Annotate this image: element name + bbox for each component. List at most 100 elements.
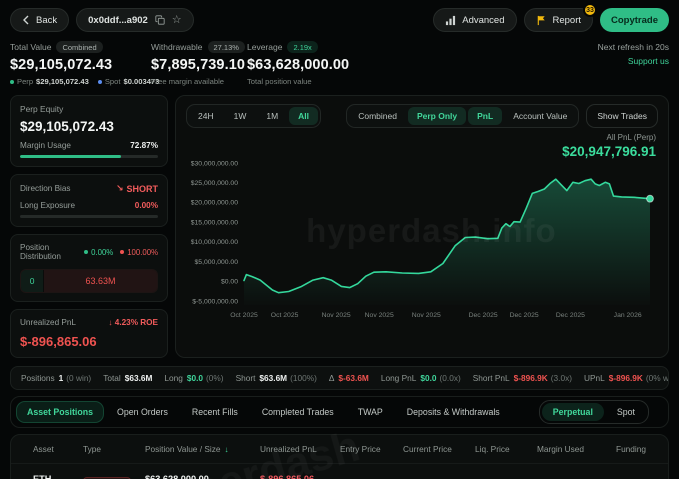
market-toggle-group: Perpetual Spot	[538, 400, 649, 424]
perp-equity-card: Perp Equity $29,105,072.43 Margin Usage …	[10, 95, 168, 167]
long-exposure-bar	[20, 215, 158, 218]
x-axis-tick: Nov 2025	[322, 312, 351, 319]
col-liq-price: Liq. Price	[475, 444, 510, 454]
long-exposure-value: 0.00%	[134, 201, 158, 210]
table-header-row: Asset Type Position Value / Size ↓ Unreal…	[11, 435, 668, 463]
range-1w-button[interactable]: 1W	[225, 107, 256, 125]
tab-asset-positions[interactable]: Asset Positions	[16, 401, 104, 423]
summary-total: Total $63.6M	[103, 373, 153, 383]
short-legend-dot-icon	[120, 250, 125, 254]
report-count-badge: 33	[583, 3, 598, 17]
col-funding: Funding	[616, 444, 646, 454]
pnl-chart[interactable]: $30,000,000.00 $25,000,000.00 $20,000,000.…	[186, 153, 658, 325]
trend-down-icon: ↘	[115, 183, 124, 193]
market-spot-button[interactable]: Spot	[606, 403, 646, 421]
y-axis-tick: $20,000,000.00	[191, 200, 238, 207]
long-pct: 0.00%	[91, 247, 114, 257]
unrealized-pnl-value: $-896,865.06	[20, 334, 97, 349]
bar-chart-icon	[446, 15, 456, 25]
range-all-button[interactable]: All	[289, 107, 319, 125]
tab-open-orders[interactable]: Open Orders	[106, 401, 179, 423]
y-axis-tick: $25,000,000.00	[191, 180, 238, 187]
mode-pnl-button[interactable]: PnL	[468, 107, 503, 125]
perp-equity-label: Perp Equity	[20, 104, 64, 114]
market-perpetual-button[interactable]: Perpetual	[541, 403, 604, 421]
x-axis-tick: Nov 2025	[412, 312, 441, 319]
stat-leverage: Leverage 2.19x $63,628,000.00 Total posi…	[247, 41, 349, 86]
col-position-value[interactable]: Position Value / Size ↓	[145, 444, 260, 454]
roe-value: 4.23% ROE	[114, 318, 158, 327]
account-sidebar: Perp Equity $29,105,072.43 Margin Usage …	[10, 95, 168, 358]
x-axis-tick: Dec 2025	[510, 312, 539, 319]
x-axis-tick: Dec 2025	[469, 312, 498, 319]
mode-perp-only-button[interactable]: Perp Only	[407, 107, 467, 125]
withdrawable-sub: Free margin available	[151, 77, 225, 86]
range-1m-button[interactable]: 1M	[257, 107, 287, 125]
row-upnl: $-896,865.06	[260, 474, 315, 479]
y-axis-tick: $15,000,000.00	[191, 219, 238, 226]
long-exposure-label: Long Exposure	[20, 201, 76, 210]
col-type: Type	[83, 444, 101, 454]
summary-upnl: UPnL$-896.9K(0% win)	[584, 373, 669, 383]
chart-mode-group: Combined Perp Only PnL Account Value	[346, 104, 580, 128]
mode-combined-button[interactable]: Combined	[349, 107, 406, 125]
range-24h-button[interactable]: 24H	[189, 107, 223, 125]
y-axis-tick: $10,000,000.00	[191, 239, 238, 246]
tab-recent-fills[interactable]: Recent Fills	[181, 401, 249, 423]
report-button[interactable]: Report 33	[523, 3, 598, 32]
y-axis-tick: $5,000,000.00	[195, 259, 239, 266]
flag-icon	[537, 15, 545, 25]
show-trades-button[interactable]: Show Trades	[586, 104, 658, 128]
mode-account-value-button[interactable]: Account Value	[504, 107, 576, 125]
table-row[interactable]: ETH3x SHORT $63,628,000.00-20,000.00 ETH…	[11, 463, 668, 479]
star-icon[interactable]: ☆	[172, 14, 182, 26]
x-axis-tick: Jan 2026	[614, 312, 642, 319]
perp-label: Perp	[17, 77, 34, 86]
col-entry-price: Entry Price	[340, 444, 381, 454]
positions-table: Asset Type Position Value / Size ↓ Unreal…	[10, 434, 669, 479]
perp-value: $29,105,072.43	[36, 77, 89, 86]
perp-equity-value: $29,105,072.43	[20, 119, 114, 134]
positions-tabs-row: Asset Positions Open Orders Recent Fills…	[10, 396, 669, 428]
tab-twap[interactable]: TWAP	[347, 401, 394, 423]
direction-bias-value: SHORT	[126, 183, 159, 194]
stat-withdrawable: Withdrawable 27.13% $7,895,739.10 Free m…	[151, 41, 247, 86]
back-label: Back	[36, 14, 58, 26]
margin-usage-bar	[20, 155, 158, 158]
col-asset: Asset	[33, 444, 54, 454]
y-axis-tick: $-5,000,000.00	[192, 298, 238, 305]
x-axis-tick: Oct 2025	[230, 312, 258, 319]
y-axis-tick: $30,000,000.00	[191, 160, 238, 167]
account-stats-row: Total Value Combined $29,105,072.43 Perp…	[0, 37, 679, 95]
pnl-chart-panel: 24H 1W 1M All Combined Perp Only PnL Acc…	[175, 95, 669, 358]
short-pct: 100.00%	[127, 247, 158, 257]
advanced-button[interactable]: Advanced	[433, 8, 517, 32]
summary-long: Long $0.0 (0%)	[164, 373, 224, 383]
stat-total-value: Total Value Combined $29,105,072.43 Perp…	[10, 41, 159, 86]
support-us-link[interactable]: Support us	[598, 55, 669, 69]
leverage-sub: Total position value	[247, 77, 312, 86]
distribution-bar: 0 63.63M	[20, 269, 158, 293]
long-legend-dot-icon	[84, 250, 89, 254]
col-unrealized-pnl: Unrealized PnL	[260, 444, 317, 454]
report-label: Report	[552, 14, 582, 26]
copy-icon[interactable]	[155, 15, 165, 25]
unrealized-pnl-card: Unrealized PnL ↓ 4.23% ROE $-896,865.06	[10, 309, 168, 358]
wallet-address-pill[interactable]: 0x0ddf...a902 ☆	[76, 8, 194, 32]
back-button[interactable]: Back	[10, 8, 70, 32]
time-range-group: 24H 1W 1M All	[186, 104, 322, 128]
combined-badge: Combined	[56, 41, 103, 53]
chevron-left-icon	[23, 15, 29, 25]
row-asset: ETH	[33, 474, 52, 479]
summary-short: Short $63.6M (100%)	[235, 373, 317, 383]
spot-label: Spot	[104, 77, 121, 86]
spot-dot-icon	[97, 79, 102, 84]
tab-completed-trades[interactable]: Completed Trades	[251, 401, 345, 423]
margin-usage-label: Margin Usage	[20, 141, 71, 150]
refresh-countdown: Next refresh in 20s	[597, 42, 669, 52]
tab-deposits-withdrawals[interactable]: Deposits & Withdrawals	[396, 401, 511, 423]
summary-long-pnl: Long PnL $0.0 (0.0x)	[380, 373, 461, 383]
copytrade-button[interactable]: Copytrade	[600, 8, 669, 32]
advanced-label: Advanced	[462, 14, 505, 26]
col-current-price: Current Price	[403, 444, 452, 454]
